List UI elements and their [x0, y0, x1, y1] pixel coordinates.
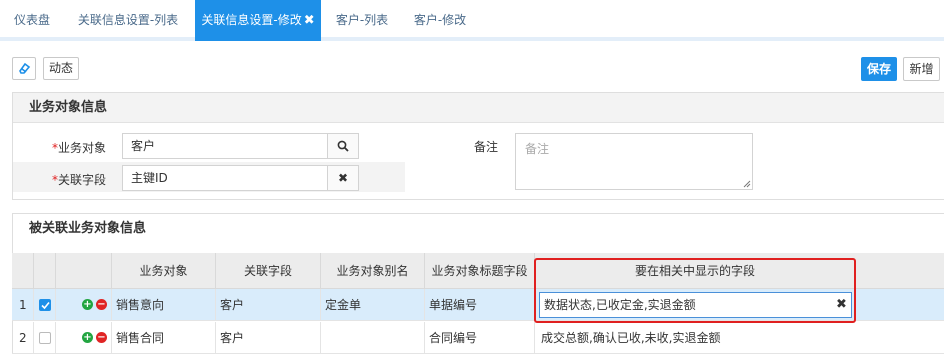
- remove-row-icon[interactable]: −: [96, 332, 107, 343]
- tab-link-settings-list[interactable]: 关联信息设置-列表: [64, 0, 192, 41]
- business-object-title: 业务对象信息: [13, 93, 944, 123]
- object-label: *业务对象: [40, 139, 106, 156]
- grid-header-check: [34, 253, 56, 289]
- object-search-button[interactable]: [327, 133, 359, 159]
- row-check-cell: [34, 322, 56, 354]
- link-field-label-text: 关联字段: [57, 173, 106, 187]
- grid-header-field: 关联字段: [216, 253, 321, 289]
- dynamic-button[interactable]: 动态: [43, 57, 79, 80]
- row-title-field[interactable]: 单据编号: [425, 289, 535, 321]
- add-row-icon[interactable]: +: [82, 299, 93, 310]
- resize-handle-icon[interactable]: [743, 180, 751, 188]
- eraser-icon: [19, 62, 31, 74]
- tab-customer-edit[interactable]: 客户-修改: [402, 0, 478, 41]
- add-row-icon[interactable]: +: [82, 332, 93, 343]
- eraser-button[interactable]: [12, 57, 36, 80]
- remark-label: 备注: [473, 140, 498, 154]
- tab-close-icon[interactable]: ✖: [304, 0, 315, 41]
- tab-label: 关联信息设置-修改: [201, 13, 302, 27]
- grid-header-index: [12, 253, 34, 289]
- tab-label: 客户-列表: [335, 13, 389, 27]
- row-index: 2: [12, 322, 34, 354]
- row-alias[interactable]: [321, 322, 425, 354]
- row-index: 1: [12, 289, 34, 321]
- object-label-text: 业务对象: [57, 141, 106, 155]
- row-object[interactable]: 销售合同: [112, 322, 216, 354]
- grid-header-actions: [56, 253, 112, 289]
- grid-header-alias: 业务对象别名: [321, 253, 425, 289]
- grid-header-title-field: 业务对象标题字段: [425, 253, 535, 289]
- row-field[interactable]: 客户: [216, 289, 321, 321]
- row-alias[interactable]: 定金单: [321, 289, 425, 321]
- search-icon: [337, 140, 349, 152]
- check-icon: [41, 301, 50, 310]
- tab-label: 仪表盘: [13, 13, 50, 27]
- tab-link-settings-edit[interactable]: 关联信息设置-修改 ✖: [195, 0, 321, 41]
- clear-icon: ✖: [337, 171, 349, 185]
- row-field[interactable]: 客户: [216, 322, 321, 354]
- grid-header-object: 业务对象: [112, 253, 216, 289]
- new-button[interactable]: 新增: [903, 57, 940, 81]
- tab-bar: 仪表盘 关联信息设置-列表 关联信息设置-修改 ✖ 客户-列表 客户-修改: [0, 0, 944, 41]
- table-row[interactable]: 2 + − 销售合同 客户 合同编号 成交总额,确认已收,未收,实退金额: [12, 322, 944, 354]
- row-title-field[interactable]: 合同编号: [425, 322, 535, 354]
- row-check-cell: [34, 289, 56, 321]
- row-display-fields[interactable]: 成交总额,确认已收,未收,实退金额: [535, 322, 944, 354]
- linked-object-title: 被关联业务对象信息: [13, 214, 944, 244]
- object-input[interactable]: 客户: [122, 133, 328, 159]
- row-action-cell: + −: [56, 289, 112, 321]
- remove-row-icon[interactable]: −: [96, 299, 107, 310]
- link-field-clear-button[interactable]: ✖: [327, 165, 359, 191]
- highlight-box: [534, 258, 856, 323]
- row-object[interactable]: 销售意向: [112, 289, 216, 321]
- tab-label: 客户-修改: [413, 13, 467, 27]
- row-action-cell: + −: [56, 322, 112, 354]
- link-field-input[interactable]: 主键ID: [122, 165, 328, 191]
- tab-label: 关联信息设置-列表: [77, 13, 179, 27]
- row-checkbox[interactable]: [39, 299, 51, 311]
- link-field-label: *关联字段: [40, 171, 106, 188]
- row-checkbox[interactable]: [39, 332, 51, 344]
- tab-dashboard[interactable]: 仪表盘: [0, 0, 64, 41]
- tab-customer-list[interactable]: 客户-列表: [322, 0, 402, 41]
- remark-textarea[interactable]: 备注: [515, 133, 753, 190]
- save-button[interactable]: 保存: [861, 57, 897, 81]
- remark-placeholder: 备注: [525, 142, 550, 156]
